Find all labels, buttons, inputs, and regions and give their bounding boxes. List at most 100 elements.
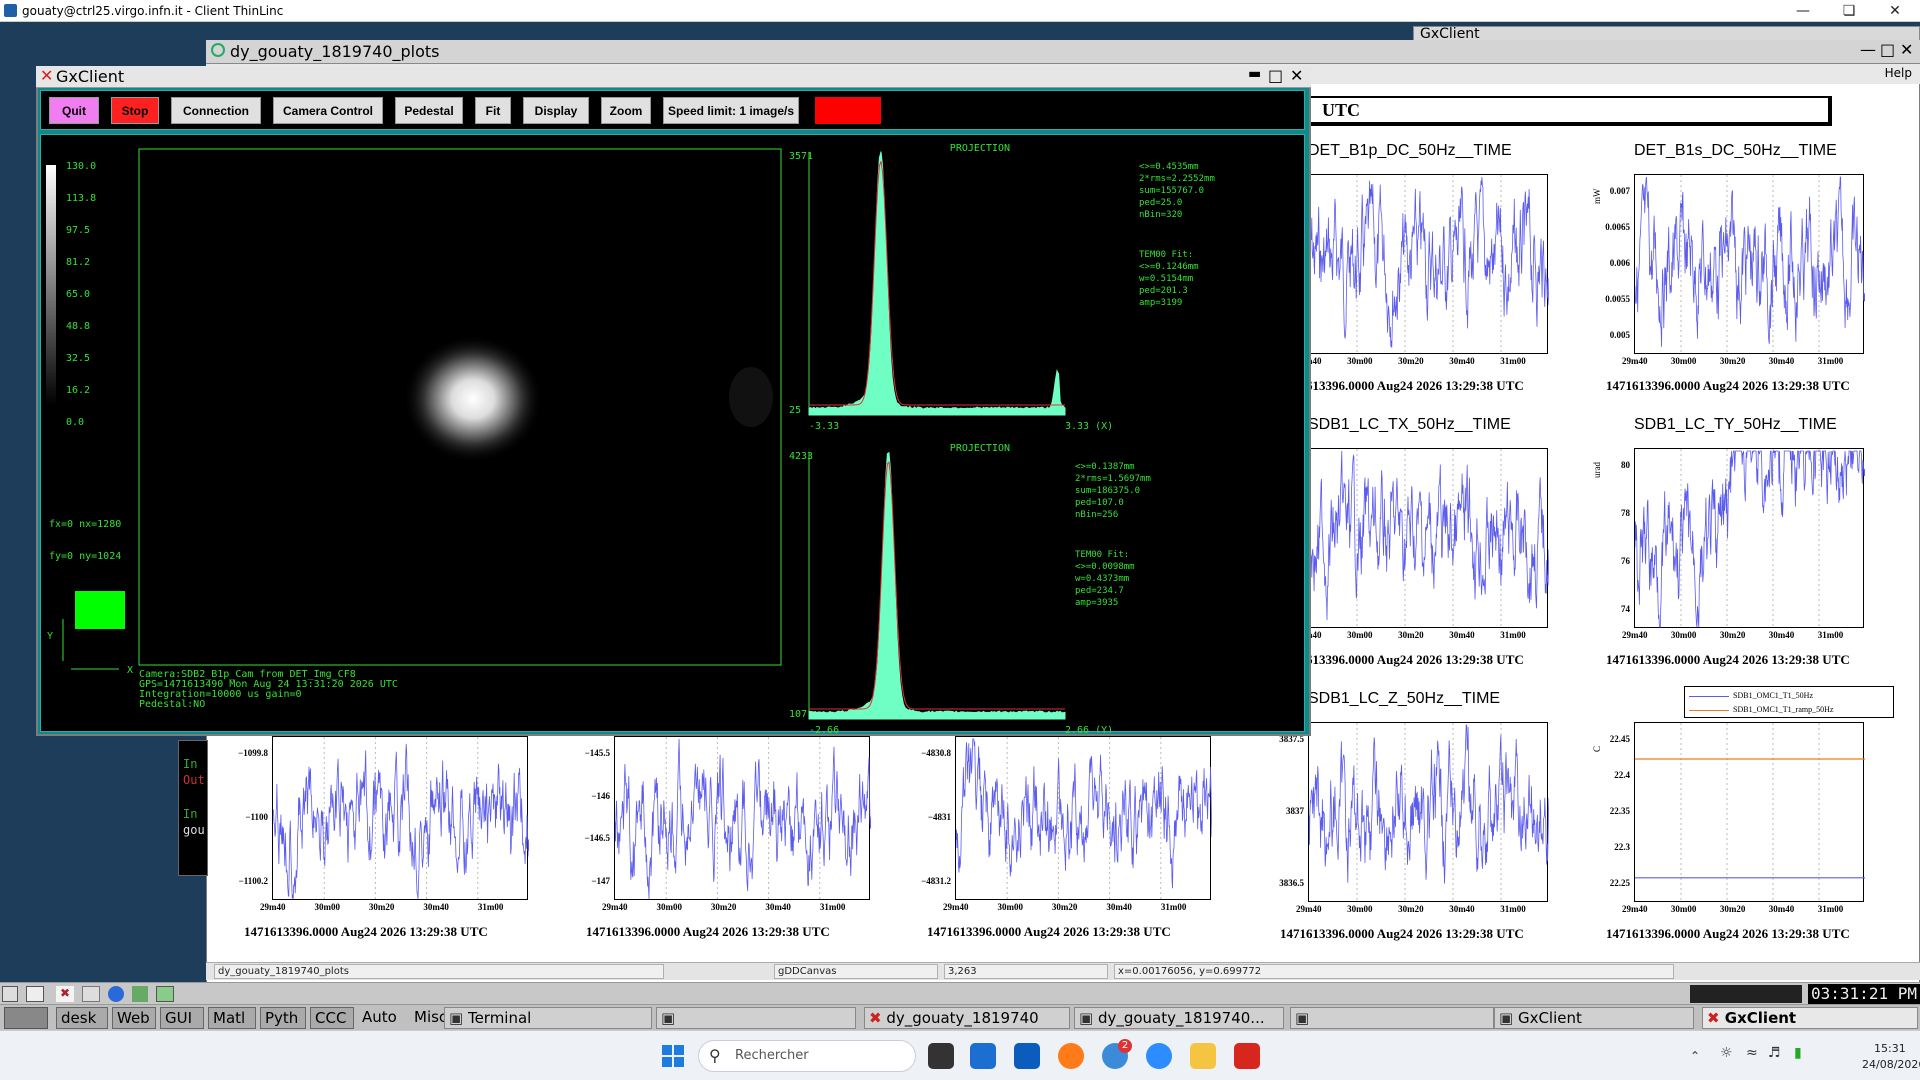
panel-footer: 1471613396.0000 Aug24 2026 13:29:38 UTC [244, 924, 488, 939]
x-tick-label: 30m20 [710, 902, 737, 912]
task-button-2[interactable]: ✖ dy_gouaty_1819740 [864, 1007, 1070, 1029]
x-tick-label: 30m20 [368, 902, 395, 912]
panel-footer: 1471613396.0000 Aug24 2026 13:29:38 UTC [1280, 926, 1524, 941]
task-button-4[interactable]: ▣ [1290, 1007, 1494, 1029]
launcher-item-ccc[interactable]: CCC [310, 1007, 354, 1029]
acrobat-icon[interactable] [1234, 1043, 1260, 1069]
x-tick-label: 30m40 [1768, 356, 1795, 366]
restore-button[interactable]: ❏ [1826, 0, 1872, 22]
task-button-5[interactable]: ▣ GxClient [1494, 1007, 1694, 1029]
launcher-item-desk[interactable]: desk [56, 1007, 108, 1029]
gear-icon[interactable] [132, 986, 148, 1002]
tray-date[interactable]: 24/08/2026 [1862, 1058, 1920, 1071]
y-tick-label: 22.25 [1609, 878, 1630, 888]
proj_x-fit: w=0.5154mm [1139, 274, 1193, 284]
toolbar-button-quit[interactable]: Quit [49, 97, 99, 124]
signal-trace [1634, 176, 1866, 347]
task-button-3[interactable]: ▣ dy_gouaty_1819740... [1074, 1007, 1284, 1029]
zoom-icon[interactable] [1146, 1043, 1172, 1069]
close-button[interactable]: ✕ [1872, 0, 1918, 22]
task-view-icon[interactable] [928, 1043, 954, 1069]
proj_y-stat: ped=107.0 [1075, 498, 1124, 508]
y-tick-label: −1099.8 [238, 748, 268, 758]
firefox-icon[interactable] [1058, 1043, 1084, 1069]
y-tick-label: 0.0065 [1605, 222, 1630, 232]
x-tool-icon[interactable]: ✖ [56, 986, 74, 1002]
toolbar-button-stop[interactable]: Stop [111, 97, 159, 124]
remote-clock: 03:31:21 PM [1808, 984, 1920, 1004]
plot-header-box: UTC [1280, 96, 1832, 126]
plot-panel-3 [1634, 448, 1866, 629]
battery-icon[interactable]: ▮ [1794, 1045, 1802, 1061]
tool-icon[interactable] [82, 986, 100, 1002]
gx-maximize-button[interactable]: □ [1268, 66, 1283, 85]
proj_y-fit: amp=3935 [1075, 598, 1118, 608]
task-button-1[interactable]: ▣ [656, 1007, 856, 1029]
x-tick-label: 30m00 [1347, 630, 1373, 640]
task-button-6[interactable]: ✖ GxClient [1702, 1007, 1918, 1029]
y-tick-label: 3837 [1286, 806, 1304, 816]
toolbar-button-fit[interactable]: Fit [475, 97, 511, 124]
toolbar-button-zoom[interactable]: Zoom [601, 97, 651, 124]
proj_y-ymin: 107 [789, 709, 807, 720]
toolbar-button-display[interactable]: Display [523, 97, 589, 124]
colorbar-tick-label: 32.5 [66, 353, 90, 364]
globe-icon[interactable] [108, 986, 124, 1002]
plots-close-button[interactable]: ✕ [1900, 40, 1913, 59]
status-canvas: gDDCanvas [774, 964, 938, 979]
launcher-item-pyth[interactable]: Pyth [260, 1007, 306, 1029]
proj_x-fit-curve [809, 161, 1065, 406]
outlook-icon[interactable] [970, 1043, 996, 1069]
network-icon[interactable]: ☼ [1720, 1045, 1733, 1061]
gx-close-button[interactable]: ✕ [1290, 66, 1303, 85]
bottom-panel-1-trace [614, 737, 872, 901]
wifi-icon[interactable]: ≈ [1746, 1045, 1758, 1061]
folder-icon[interactable] [1190, 1043, 1216, 1069]
task-button-0[interactable]: ▣ Terminal [444, 1007, 652, 1029]
plot-panel-4 [1308, 722, 1550, 903]
plots-title: dy_gouaty_1819740_plots [230, 42, 440, 61]
launcher-item-matl[interactable]: Matl [208, 1007, 256, 1029]
toolbar-button-camera-control[interactable]: Camera Control [273, 97, 383, 124]
gx-minimize-button[interactable]: ▬ [1248, 66, 1261, 82]
gxclient-toolbar: Quit Stop Connection Camera Control Pedestal… [40, 90, 1305, 130]
launcher-item-auto[interactable]: Auto [358, 1007, 406, 1029]
bottom-panel-2 [955, 736, 1213, 901]
volume-icon[interactable]: ♬ [1768, 1045, 1781, 1061]
legend-box: SDB1_OMC1_T1_50Hz SDB1_OMC1_T1_ramp_50Hz [1684, 686, 1894, 718]
help-menu[interactable]: Help [1885, 66, 1912, 80]
y-tick-label: 0.005 [1609, 330, 1630, 340]
start-icon[interactable] [660, 1043, 686, 1069]
status-green-box [75, 591, 125, 629]
menu-logo-icon[interactable] [4, 1007, 48, 1029]
plots-maximize-button[interactable]: □ [1880, 40, 1895, 59]
toolbar-button-pedestal[interactable]: Pedestal [395, 97, 463, 124]
plots-minimize-button[interactable]: — [1860, 40, 1876, 59]
panel-footer: 1471613396.0000 Aug24 2026 13:29:38 UTC [1280, 378, 1524, 393]
signal-trace [1308, 450, 1550, 621]
y-tick-label: −1100.2 [238, 876, 268, 886]
tray-time[interactable]: 15:31 [1874, 1042, 1906, 1055]
y-tick-label: 22.4 [1614, 770, 1630, 780]
camera-display-svg: 130.0 113.8 97.5 81.2 65.0 48.8 32.5 16.2 0.0 fx=… [46, 143, 1215, 736]
toolbar-button-connection[interactable]: Connection [171, 97, 261, 124]
x-tick-label: 30m40 [1449, 904, 1475, 914]
y-tick-label: 3836.5 [1279, 878, 1304, 888]
thinlinc-icon[interactable] [1014, 1043, 1040, 1069]
tray-chevron-icon[interactable]: ⌃ [1690, 1049, 1700, 1063]
monitor-icon[interactable] [156, 986, 174, 1002]
launcher-item-gui[interactable]: GUI [160, 1007, 204, 1029]
minimize-button[interactable]: — [1780, 0, 1826, 22]
gxclient-titlebar[interactable]: ✕ GxClient ▬ □ ✕ [36, 66, 1311, 88]
x-tick-label: 30m00 [656, 902, 682, 912]
launcher-icon[interactable] [2, 986, 18, 1002]
plots-titlebar[interactable]: dy_gouaty_1819740_plots — □ ✕ [206, 40, 1920, 64]
launcher-item-web[interactable]: Web [112, 1007, 156, 1029]
y-tick-label: 78 [1621, 508, 1630, 518]
signal-trace [1308, 176, 1550, 348]
toolbar-button-speed-limit-1-image-s[interactable]: Speed limit: 1 image/s [663, 97, 799, 124]
windows-icon[interactable] [26, 986, 44, 1002]
search-box[interactable]: ⚲ Rechercher [698, 1040, 916, 1072]
status-indicator-red [815, 97, 881, 124]
x-tick-label: 29m40 [1622, 356, 1648, 366]
